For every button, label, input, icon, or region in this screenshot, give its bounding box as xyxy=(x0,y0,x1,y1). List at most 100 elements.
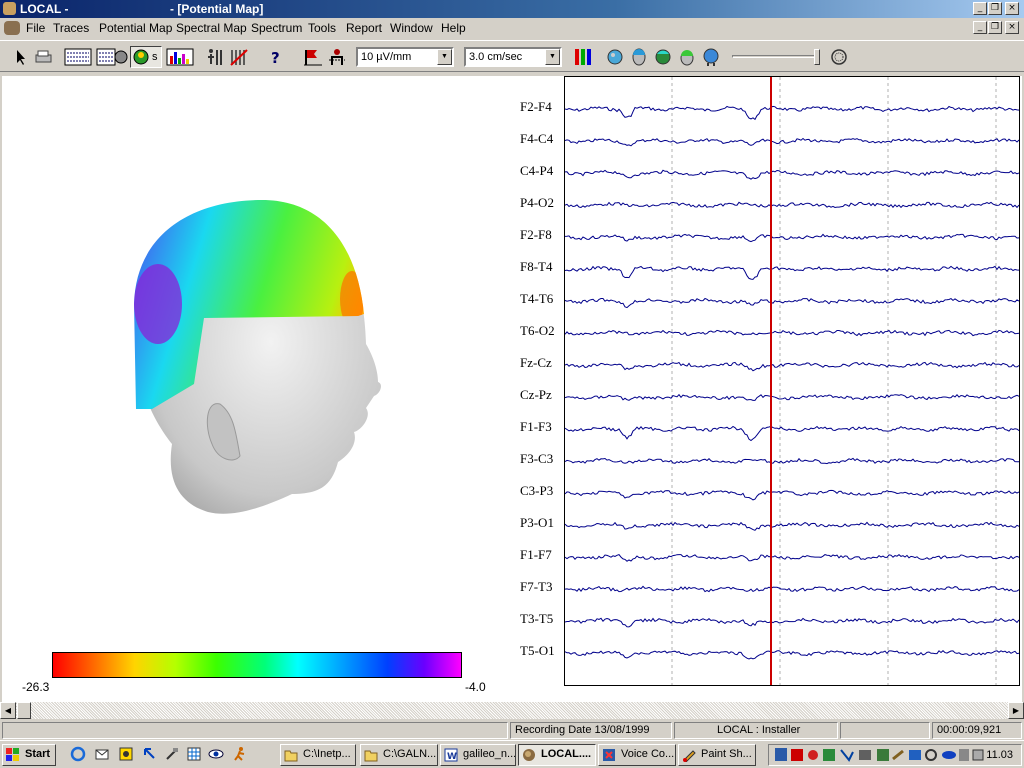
spectrum-icon[interactable] xyxy=(166,46,194,68)
close-button[interactable]: × xyxy=(1005,2,1019,15)
task-inetpub[interactable]: C:\Inetp... xyxy=(280,744,356,766)
channel-label: F1-F7 xyxy=(520,547,552,562)
eeg-trace xyxy=(564,393,1020,401)
channel-label: T5-O1 xyxy=(520,643,555,658)
chevron-down-icon[interactable]: ▼ xyxy=(545,49,560,65)
arrow-tool-icon[interactable] xyxy=(142,746,158,762)
minimize-button[interactable]: _ xyxy=(973,2,987,15)
start-button[interactable]: Start xyxy=(2,744,56,766)
voice-icon xyxy=(603,749,615,761)
channel-label: Cz-Pz xyxy=(520,387,552,402)
montage-icon[interactable] xyxy=(204,46,226,68)
traces-map-icon[interactable] xyxy=(96,46,128,68)
eeg-trace xyxy=(564,297,1020,309)
task-galileo-doc[interactable]: W galileo_n... xyxy=(440,744,516,766)
eeg-trace xyxy=(564,169,1020,180)
task-galn[interactable]: C:\GALN... xyxy=(360,744,438,766)
outlook-express-icon[interactable] xyxy=(94,746,110,762)
eeg-trace xyxy=(564,233,1020,243)
channel-label: Fz-Cz xyxy=(520,355,552,370)
recording-date: Recording Date 13/08/1999 xyxy=(510,722,672,739)
horizontal-scrollbar[interactable]: ◀ ▶ xyxy=(0,702,1024,719)
menu-potential-map[interactable]: Potential Map xyxy=(99,21,172,35)
channel-label: F8-T4 xyxy=(520,259,553,274)
traces-canvas[interactable] xyxy=(564,77,1020,685)
chevron-down-icon[interactable]: ▼ xyxy=(437,49,452,65)
runner-icon[interactable] xyxy=(232,746,248,762)
eeg-trace xyxy=(564,137,1020,147)
print-icon[interactable] xyxy=(32,46,54,68)
eeg-trace xyxy=(564,105,1020,121)
eeg-trace xyxy=(564,489,1020,501)
traces-area[interactable] xyxy=(564,76,1020,686)
head-model[interactable] xyxy=(122,194,392,524)
channel-label: P4-O2 xyxy=(520,195,554,210)
event-marker-icon[interactable] xyxy=(302,46,324,68)
traces-view-icon[interactable] xyxy=(64,46,92,68)
patient-icon[interactable] xyxy=(326,46,348,68)
restore-button[interactable]: ❐ xyxy=(988,2,1002,15)
windows-logo-icon xyxy=(6,748,19,761)
color-scale-bar xyxy=(52,652,462,678)
head-top-view-icon[interactable] xyxy=(604,46,626,68)
task-label: galileo_n... xyxy=(463,748,516,760)
desktop-icon[interactable] xyxy=(118,746,134,762)
task-voice[interactable]: Voice Co... xyxy=(598,744,676,766)
compass-icon[interactable] xyxy=(828,46,850,68)
status-blank xyxy=(840,722,930,739)
channel-label: T3-T5 xyxy=(520,611,554,626)
speed-select[interactable]: 3.0 cm/sec ▼ xyxy=(464,47,562,67)
doc-minimize-button[interactable]: _ xyxy=(973,21,987,34)
tray-icons[interactable] xyxy=(773,747,985,763)
menu-report[interactable]: Report xyxy=(346,21,382,35)
word-icon: W xyxy=(444,748,458,762)
menu-window[interactable]: Window xyxy=(390,21,433,35)
head-left-view-icon[interactable] xyxy=(652,46,674,68)
channel-label: C4-P4 xyxy=(520,163,554,178)
channel-label: F2-F8 xyxy=(520,227,552,242)
menu-file[interactable]: File xyxy=(26,21,45,35)
menu-spectrum[interactable]: Spectrum xyxy=(251,21,302,35)
task-local[interactable]: LOCAL.... xyxy=(518,744,596,766)
menu-tools[interactable]: Tools xyxy=(308,21,336,35)
head-right-view-icon[interactable] xyxy=(676,46,698,68)
eeg-trace xyxy=(564,554,1020,562)
eeg-trace xyxy=(564,361,1020,372)
doc-close-button[interactable]: × xyxy=(1005,21,1019,34)
color-scale-icon[interactable] xyxy=(572,46,594,68)
app-icon[interactable] xyxy=(3,2,16,15)
eeg-trace xyxy=(564,425,1020,442)
channel-label: F7-T3 xyxy=(520,579,553,594)
menu-help[interactable]: Help xyxy=(441,21,466,35)
playback-slider[interactable] xyxy=(732,49,820,65)
slider-thumb[interactable] xyxy=(814,49,820,65)
task-label: LOCAL.... xyxy=(541,748,592,760)
eeg-traces-pane: F2-F4 F4-C4 C4-P4 P4-O2 F2-F8 F8-T4 T4-T6 T6-O2… xyxy=(510,76,1022,702)
potential-map-mode-button[interactable]: s xyxy=(130,46,162,68)
channel-label: F1-F3 xyxy=(520,419,552,434)
grid-tool-icon[interactable] xyxy=(186,746,202,762)
internet-explorer-icon[interactable] xyxy=(70,746,86,762)
sensitivity-select[interactable]: 10 µV/mm ▼ xyxy=(356,47,454,67)
tool-icon[interactable] xyxy=(164,746,180,762)
menu-bar: File Traces Potential Map Spectral Map S… xyxy=(0,18,1024,38)
menu-spectral-map[interactable]: Spectral Map xyxy=(176,21,247,35)
doc-restore-button[interactable]: ❐ xyxy=(988,21,1002,34)
pointer-icon[interactable] xyxy=(8,46,30,68)
system-tray: 11.03 xyxy=(768,744,1022,766)
folder-icon xyxy=(284,750,298,762)
eye-icon[interactable] xyxy=(208,746,224,762)
scroll-thumb[interactable] xyxy=(17,702,31,719)
head-back-view-icon[interactable] xyxy=(700,46,722,68)
help-icon[interactable]: ? xyxy=(264,46,286,68)
filter-icon[interactable] xyxy=(228,46,250,68)
app-title: LOCAL - xyxy=(20,2,69,16)
clock: 11.03 xyxy=(986,749,1013,761)
menu-traces[interactable]: Traces xyxy=(53,21,89,35)
paint-shop-icon xyxy=(683,750,696,762)
head-front-view-icon[interactable] xyxy=(628,46,650,68)
document-icon[interactable] xyxy=(4,21,20,35)
scroll-right-button[interactable]: ▶ xyxy=(1008,702,1024,719)
task-paint-shop[interactable]: Paint Sh... xyxy=(678,744,756,766)
scroll-left-button[interactable]: ◀ xyxy=(0,702,16,719)
